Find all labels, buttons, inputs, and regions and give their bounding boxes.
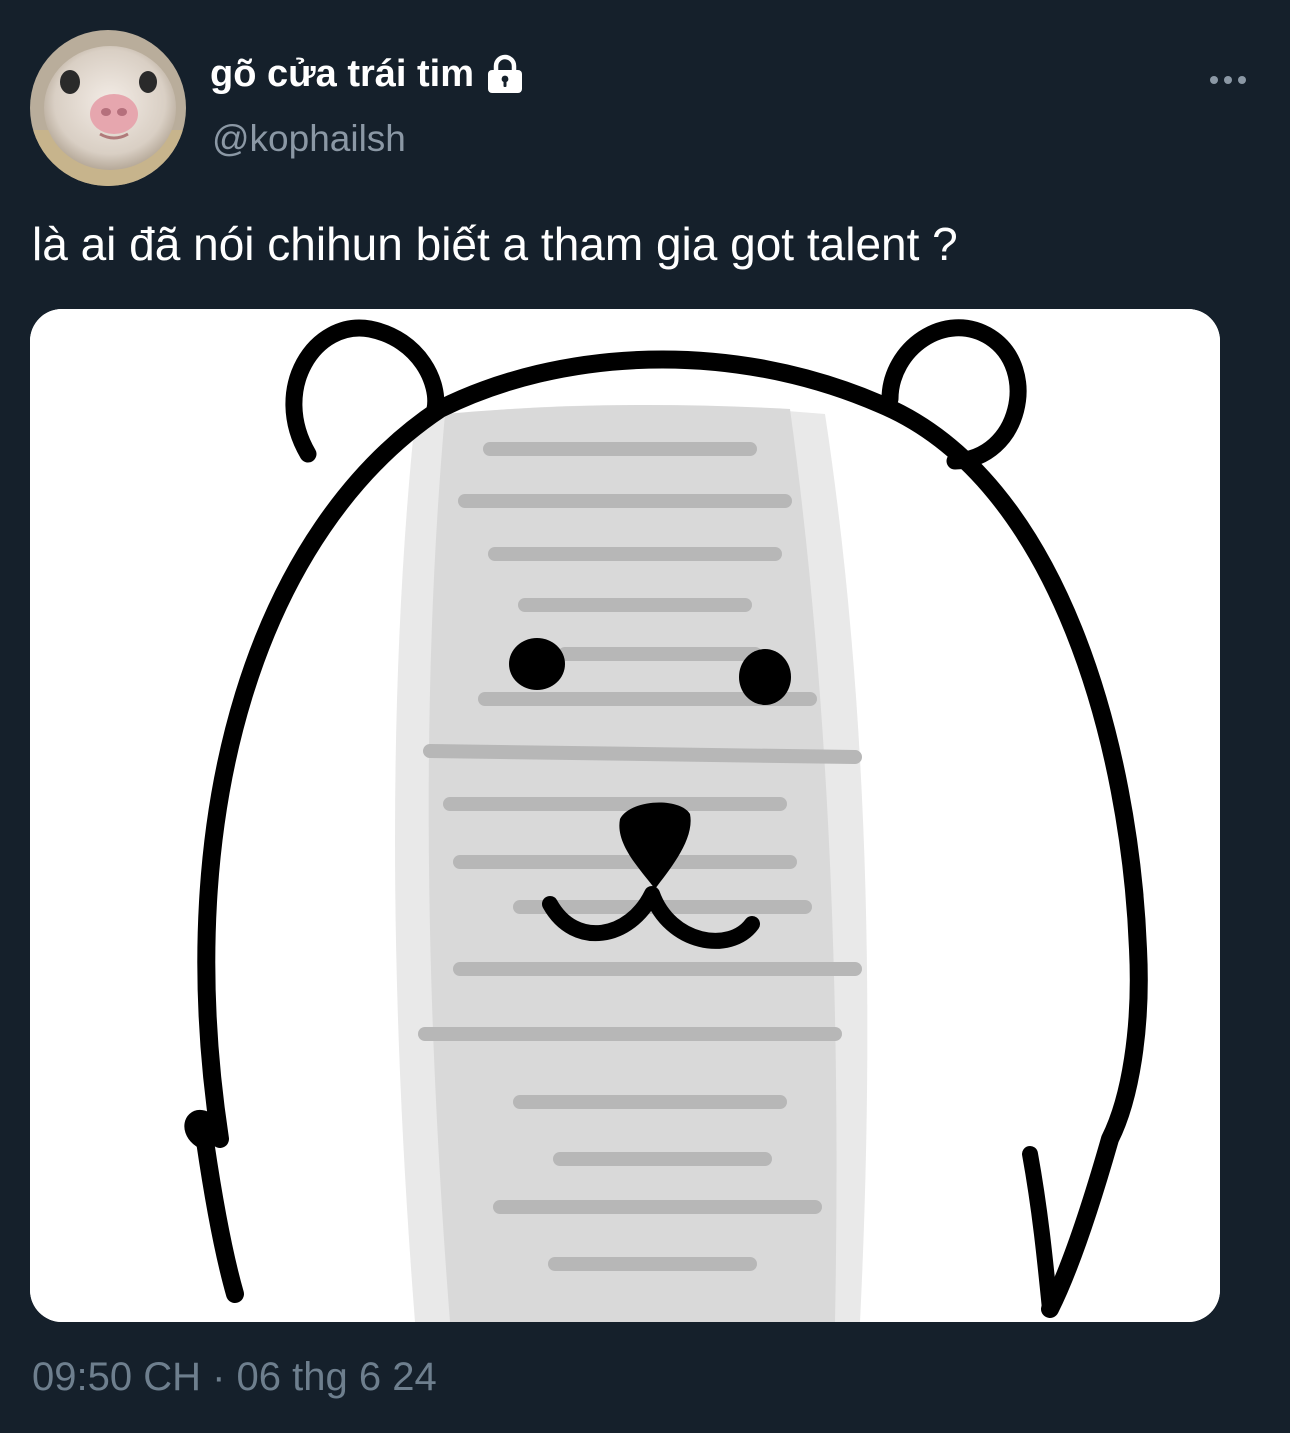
handle[interactable]: @kophailsh <box>212 116 406 162</box>
tweet-media-image[interactable] <box>30 309 1220 1322</box>
display-name[interactable]: gõ cửa trái tim <box>210 50 474 98</box>
tweet: gõ cửa trái tim @kophailsh là ai đã nói … <box>0 0 1290 1433</box>
tweet-timestamp[interactable]: 09:50 CH · 06 thg 6 24 <box>32 1352 437 1402</box>
lock-icon <box>484 53 526 95</box>
more-horizontal-icon <box>1210 76 1246 84</box>
more-options-button[interactable] <box>1200 62 1256 98</box>
tweet-text: là ai đã nói chihun biết a tham gia got … <box>32 218 958 270</box>
avatar[interactable] <box>30 30 186 186</box>
display-name-row: gõ cửa trái tim <box>210 50 526 98</box>
